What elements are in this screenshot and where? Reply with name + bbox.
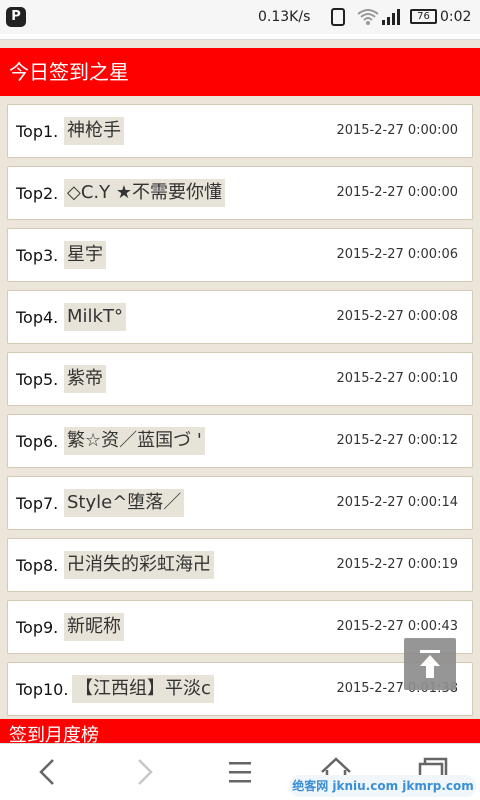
checkin-rank-list: Top1. 神枪手 2015-2-27 0:00:00 Top2. ◇C.Y ★… (7, 104, 473, 724)
checkin-time: 2015-2-27 0:00:00 (336, 123, 458, 138)
signal-icon (382, 9, 400, 25)
user-name[interactable]: 新昵称 (64, 613, 124, 641)
checkin-time: 2015-2-27 0:00:00 (336, 185, 458, 200)
list-item[interactable]: Top8. 卍消失的彩虹海卍 2015-2-27 0:00:19 (7, 538, 473, 592)
list-item[interactable]: Top4. MilkT° 2015-2-27 0:00:08 (7, 290, 473, 344)
list-item[interactable]: Top2. ◇C.Y ★不需要你懂 2015-2-27 0:00:00 (7, 166, 473, 220)
checkin-time: 2015-2-27 0:00:14 (336, 495, 458, 510)
checkin-time: 2015-2-27 0:00:08 (336, 309, 458, 324)
app-notification-icon: P (6, 7, 26, 27)
rank-label: Top8. (16, 556, 59, 575)
network-speed: 0.13K/s (258, 9, 311, 25)
rank-label: Top2. (16, 184, 59, 203)
rank-label: Top9. (16, 618, 59, 637)
list-item[interactable]: Top5. 紫帝 2015-2-27 0:00:10 (7, 352, 473, 406)
user-name[interactable]: 【江西组】平淡c (72, 675, 214, 703)
back-to-top-button[interactable] (404, 638, 456, 690)
next-section-title: 签到月度榜 (0, 719, 480, 743)
list-item[interactable]: Top1. 神枪手 2015-2-27 0:00:00 (7, 104, 473, 158)
rank-label: Top5. (16, 370, 59, 389)
user-name[interactable]: ◇C.Y ★不需要你懂 (64, 179, 225, 207)
vibrate-icon (331, 8, 345, 26)
user-name[interactable]: 神枪手 (64, 117, 124, 145)
checkin-time: 2015-2-27 0:00:19 (336, 557, 458, 572)
user-name[interactable]: 卍消失的彩虹海卍 (64, 551, 214, 579)
list-item[interactable]: Top3. 星宇 2015-2-27 0:00:06 (7, 228, 473, 282)
menu-icon[interactable] (220, 752, 260, 792)
forward-icon[interactable] (124, 752, 164, 792)
checkin-time: 2015-2-27 0:00:06 (336, 247, 458, 262)
site-watermark: 绝客网 jkniu.com jkmrp.com (290, 775, 476, 797)
back-icon[interactable] (28, 752, 68, 792)
rank-label: Top10. (16, 680, 69, 699)
rank-label: Top3. (16, 246, 59, 265)
status-bar: P 0.13K/s 76 0:02 (0, 0, 480, 34)
user-name[interactable]: MilkT° (64, 303, 126, 331)
section-title: 今日签到之星 (0, 48, 480, 96)
rank-label: Top7. (16, 494, 59, 513)
user-name[interactable]: 紫帝 (64, 365, 106, 393)
rank-label: Top4. (16, 308, 59, 327)
arrow-up-to-top-icon (420, 650, 440, 678)
checkin-time: 2015-2-27 0:00:43 (336, 619, 458, 634)
clock: 0:02 (440, 9, 472, 25)
user-name[interactable]: 繁☆资／蓝国づ ' (64, 427, 205, 455)
rank-label: Top6. (16, 432, 59, 451)
user-name[interactable]: Style^堕落／ (64, 489, 185, 517)
checkin-time: 2015-2-27 0:00:10 (336, 371, 458, 386)
battery-icon: 76 (410, 9, 437, 24)
rank-label: Top1. (16, 122, 59, 141)
wifi-icon (357, 9, 379, 25)
checkin-time: 2015-2-27 0:00:12 (336, 433, 458, 448)
address-bar-edge (0, 34, 480, 40)
list-item[interactable]: Top6. 繁☆资／蓝国づ ' 2015-2-27 0:00:12 (7, 414, 473, 468)
user-name[interactable]: 星宇 (64, 241, 106, 269)
list-item[interactable]: Top7. Style^堕落／ 2015-2-27 0:00:14 (7, 476, 473, 530)
